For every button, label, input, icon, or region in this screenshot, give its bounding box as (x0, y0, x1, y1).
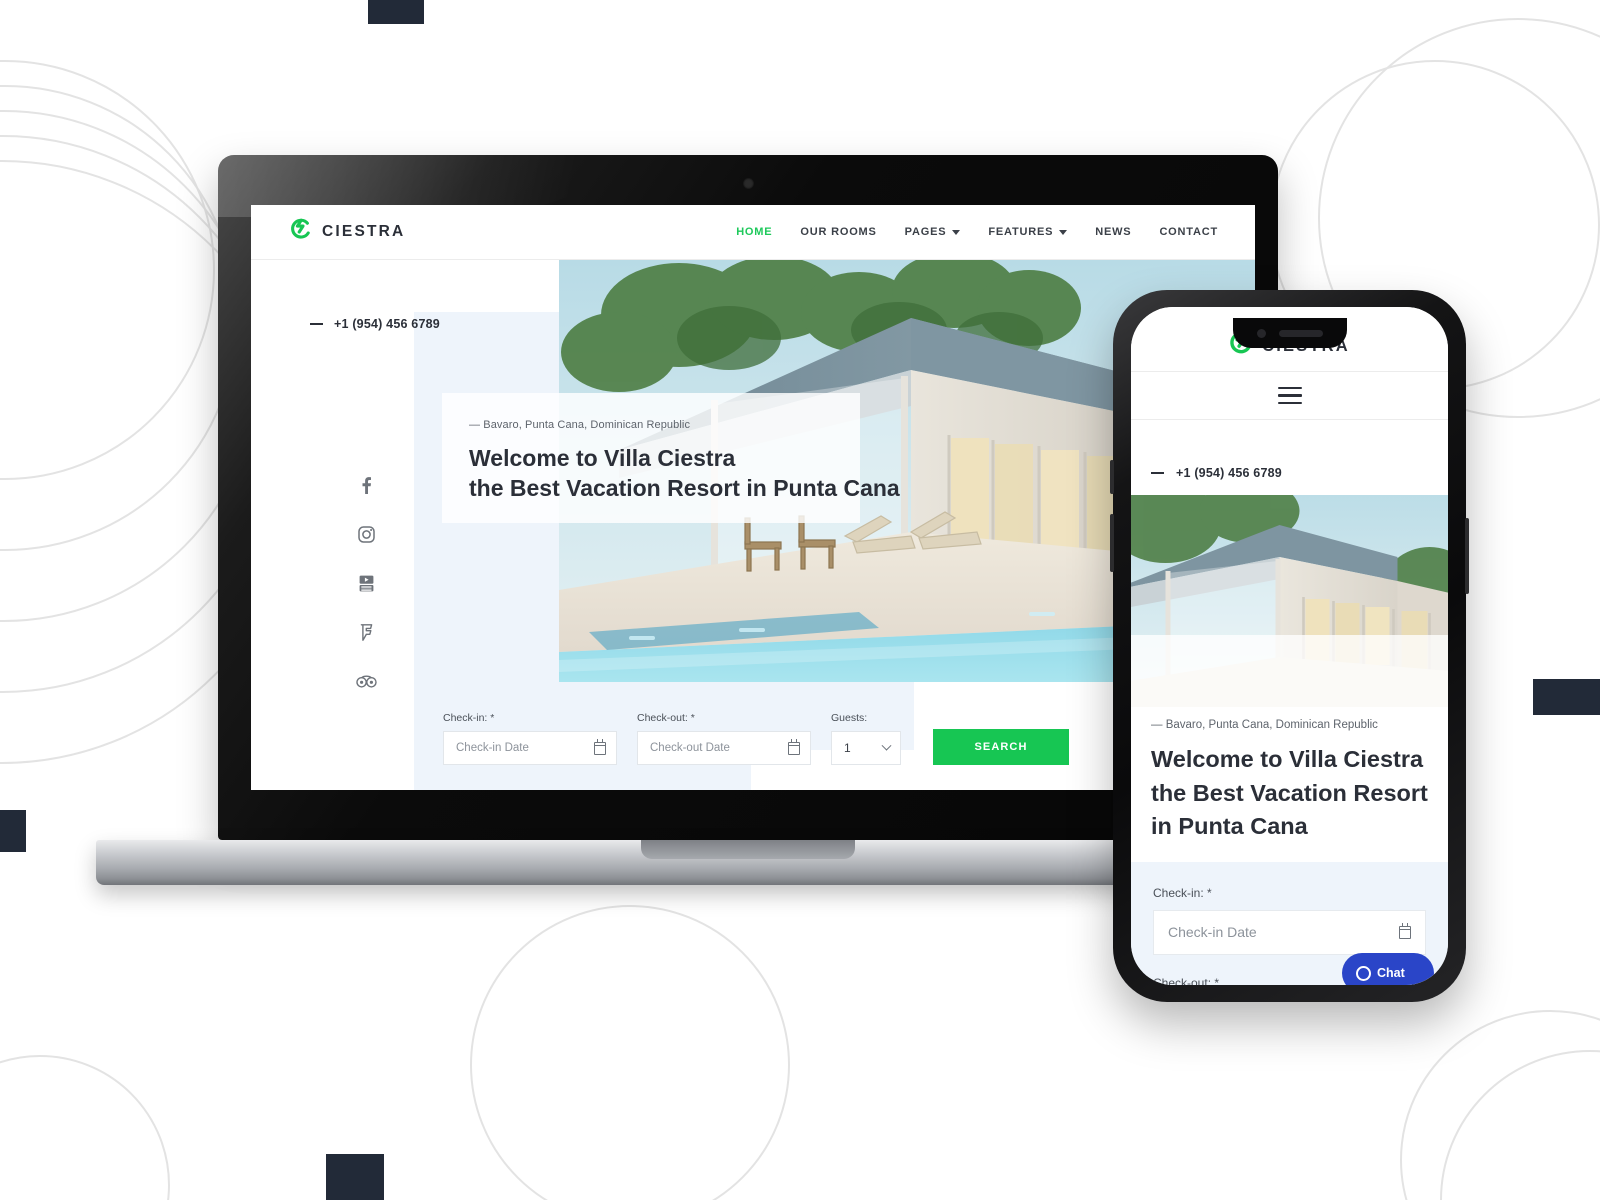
decor-ring-left-1 (0, 60, 215, 480)
phone-number: +1 (954) 456 6789 (334, 317, 440, 331)
decor-ring-bottomright-2 (1440, 1050, 1600, 1200)
mobile-hero-text: — Bavaro, Punta Cana, Dominican Republic… (1131, 707, 1448, 844)
laptop-webcam-icon (743, 178, 754, 189)
guests-label: Guests: (831, 712, 868, 724)
calendar-icon[interactable] (1398, 922, 1412, 939)
checkin-input[interactable]: Check-in Date (443, 731, 617, 765)
nav-item-contact[interactable]: CONTACT (1159, 226, 1218, 238)
main-nav: HOME OUR ROOMS PAGES FEATURES NEWS CONTA… (736, 226, 1218, 238)
instagram-icon[interactable] (356, 524, 377, 545)
header-phone[interactable]: +1 (954) 456 6789 (310, 317, 440, 331)
chat-bubble-icon (1356, 965, 1371, 981)
checkout-placeholder: Check-out Date (650, 742, 730, 754)
checkin-label: Check-in: * (443, 712, 617, 724)
site-header: CIESTRA HOME OUR ROOMS PAGES FEATURES NE… (251, 205, 1255, 260)
mobile-hero-villa-photo (1131, 495, 1448, 707)
hero-title-line-2: the Best Vacation Resort in Punta Cana (469, 475, 900, 502)
mobile-checkin-placeholder: Check-in Date (1168, 924, 1257, 941)
nav-item-label: HOME (736, 226, 773, 238)
brand-name: CIESTRA (322, 223, 406, 240)
hero-location: — Bavaro, Punta Cana, Dominican Republic (469, 419, 691, 431)
decor-ring-bottomright-1 (1400, 1010, 1600, 1200)
dash-icon (310, 323, 323, 325)
nav-item-our-rooms[interactable]: OUR ROOMS (800, 226, 876, 238)
mobile-checkin-label-text: Check-in: (1153, 885, 1204, 900)
guests-group: Guests: 1 (831, 712, 901, 765)
nav-item-label: FEATURES (988, 226, 1054, 238)
youtube-icon[interactable] (356, 573, 377, 594)
required-asterisk: * (490, 712, 495, 724)
phone-camera-icon (1256, 328, 1266, 338)
nav-item-label: PAGES (904, 226, 947, 238)
mobile-hero-title-line-3: in Punta Cana (1151, 813, 1308, 840)
required-asterisk: * (1214, 975, 1220, 985)
social-links (356, 475, 377, 692)
decor-square-right (1533, 679, 1600, 715)
checkout-input[interactable]: Check-out Date (637, 731, 811, 765)
mobile-menu-bar (1131, 372, 1448, 420)
mobile-phone-number: +1 (954) 456 6789 (1176, 466, 1282, 480)
nav-item-label: NEWS (1095, 226, 1132, 238)
mobile-checkout-label-text: Check-out: (1153, 975, 1212, 985)
guests-value: 1 (844, 741, 851, 755)
calendar-icon[interactable] (787, 738, 801, 755)
decor-square-top (368, 0, 424, 24)
laptop-screen: CIESTRA HOME OUR ROOMS PAGES FEATURES NE… (251, 205, 1255, 790)
mobile-hero-title-line-1: Welcome to Villa Ciestra (1151, 746, 1424, 772)
required-asterisk: * (690, 712, 695, 724)
checkin-label-text: Check-in: (443, 712, 488, 724)
dash-icon (1151, 472, 1164, 474)
decor-ring-bottom-1 (470, 905, 790, 1200)
mobile-hero-overlay (1131, 635, 1448, 707)
checkin-placeholder: Check-in Date (456, 742, 529, 754)
checkout-label: Check-out: * (637, 712, 811, 724)
tripadvisor-icon[interactable] (356, 671, 377, 692)
nav-item-label: OUR ROOMS (800, 226, 877, 238)
nav-item-home[interactable]: HOME (736, 226, 772, 238)
phone-mockup: CIESTRA +1 (954) 456 6789 (1110, 290, 1469, 1002)
presentation-canvas: CIESTRA HOME OUR ROOMS PAGES FEATURES NE… (0, 0, 1600, 1200)
phone-notch (1232, 318, 1347, 348)
guests-select[interactable]: 1 (831, 731, 901, 765)
mobile-checkin-label: Check-in: * (1153, 886, 1426, 900)
mobile-hero-location: — Bavaro, Punta Cana, Dominican Republic (1151, 719, 1378, 731)
phone-power-button[interactable] (1465, 518, 1469, 594)
chat-widget-label: Chat (1377, 966, 1405, 980)
required-asterisk: * (1207, 885, 1212, 900)
mobile-header-phone[interactable]: +1 (954) 456 6789 (1131, 420, 1448, 495)
decor-ring-bottomleft-1 (0, 1055, 170, 1200)
chevron-down-icon (1059, 229, 1068, 235)
facebook-icon[interactable] (356, 475, 377, 496)
hamburger-menu-icon[interactable] (1277, 387, 1302, 404)
brand-logo[interactable]: CIESTRA (290, 218, 405, 246)
phone-mute-button[interactable] (1110, 460, 1114, 494)
laptop-base-notch (641, 840, 855, 859)
nav-item-pages[interactable]: PAGES (905, 226, 961, 238)
nav-item-label: CONTACT (1159, 226, 1218, 238)
decor-square-left (0, 810, 26, 852)
chevron-down-icon (952, 229, 961, 235)
mobile-hero-title-line-2: the Best Vacation Resort (1151, 779, 1428, 806)
calendar-icon[interactable] (593, 738, 607, 755)
nav-item-news[interactable]: NEWS (1095, 226, 1131, 238)
foursquare-icon[interactable] (356, 622, 377, 643)
mobile-checkin-input[interactable]: Check-in Date (1153, 909, 1426, 955)
hero-text-card: — Bavaro, Punta Cana, Dominican Republic… (442, 393, 900, 523)
site-hero-section: +1 (954) 456 6789 — Bavaro, Punta Cana, … (251, 260, 1255, 790)
hero-title-line-1: Welcome to Villa Ciestra (469, 445, 736, 471)
checkin-group: Check-in: * Check-in Date (443, 712, 617, 765)
phone-volume-button[interactable] (1110, 514, 1114, 572)
phone-speaker-icon (1278, 329, 1323, 337)
checkout-group: Check-out: * Check-out Date (637, 712, 811, 765)
decor-ring-left-2 (0, 85, 238, 551)
chat-widget-button[interactable]: Chat (1342, 953, 1434, 985)
phone-screen: CIESTRA +1 (954) 456 6789 (1131, 307, 1448, 985)
ciestra-c-logo-icon (290, 218, 311, 246)
decor-square-bottom (326, 1154, 384, 1200)
nav-item-features[interactable]: FEATURES (988, 226, 1068, 238)
chevron-down-icon (881, 740, 892, 751)
search-button[interactable]: SEARCH (933, 729, 1069, 765)
checkout-label-text: Check-out: (637, 712, 688, 724)
